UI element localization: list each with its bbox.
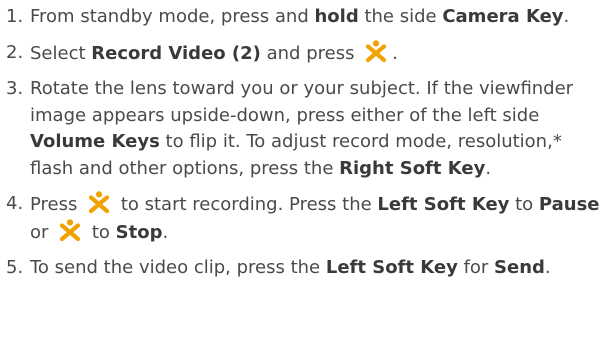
- text: to: [509, 194, 539, 215]
- text: To send the video clip, press the: [30, 257, 326, 278]
- text: From standby mode, press and: [30, 6, 315, 27]
- ok-key-icon: [56, 218, 84, 243]
- text: and press: [260, 42, 355, 64]
- ok-key-icon: [85, 191, 113, 215]
- key-name: Left Soft Key: [325, 257, 458, 278]
- step-1: 1. From standby mode, press and hold the…: [6, 4, 602, 31]
- text: .: [544, 257, 551, 278]
- text: .: [162, 221, 169, 243]
- step-2: 2. Select Record Video (2) and press .: [6, 39, 602, 68]
- key-name: Right Soft Key: [339, 157, 486, 179]
- text: the side: [358, 6, 443, 27]
- text: to: [86, 221, 116, 243]
- menu-option: Record Video (2): [91, 42, 261, 64]
- text: or: [30, 221, 49, 243]
- key-name: Left Soft Key: [377, 194, 510, 215]
- emphasis: hold: [314, 6, 359, 27]
- key-name: Volume Keys: [30, 131, 160, 152]
- action-name: Stop: [115, 221, 163, 243]
- text: .: [485, 157, 492, 179]
- step-number: 4.: [6, 193, 24, 214]
- step-number: 3.: [6, 78, 24, 99]
- step-3: 3. Rotate the lens toward you or your su…: [6, 76, 602, 182]
- action-name: Pause: [538, 194, 600, 215]
- step-number: 5.: [6, 257, 24, 278]
- step-number: 1.: [6, 6, 24, 27]
- text: Rotate the lens toward you or your subje…: [30, 78, 574, 126]
- text: .: [563, 6, 570, 27]
- ok-key-icon: [362, 39, 390, 64]
- step-text: Select Record Video (2) and press .: [30, 39, 602, 68]
- step-text: From standby mode, press and hold the si…: [30, 4, 602, 31]
- text: Press: [30, 194, 78, 215]
- text: to start recording. Press the: [115, 194, 378, 215]
- text: Select: [30, 42, 92, 64]
- key-name: Camera Key: [442, 6, 564, 27]
- action-name: Send: [494, 257, 545, 278]
- step-5: 5. To send the video clip, press the Lef…: [6, 255, 602, 282]
- step-4: 4. Press to start recording. Press the L…: [6, 191, 602, 246]
- step-text: Press to start recording. Press the Left…: [30, 191, 602, 246]
- text: for: [457, 257, 495, 278]
- text: .: [392, 42, 398, 64]
- step-text: To send the video clip, press the Left S…: [30, 255, 602, 282]
- instruction-steps: 1. From standby mode, press and hold the…: [6, 4, 602, 291]
- step-text: Rotate the lens toward you or your subje…: [30, 76, 602, 182]
- step-number: 2.: [6, 41, 24, 63]
